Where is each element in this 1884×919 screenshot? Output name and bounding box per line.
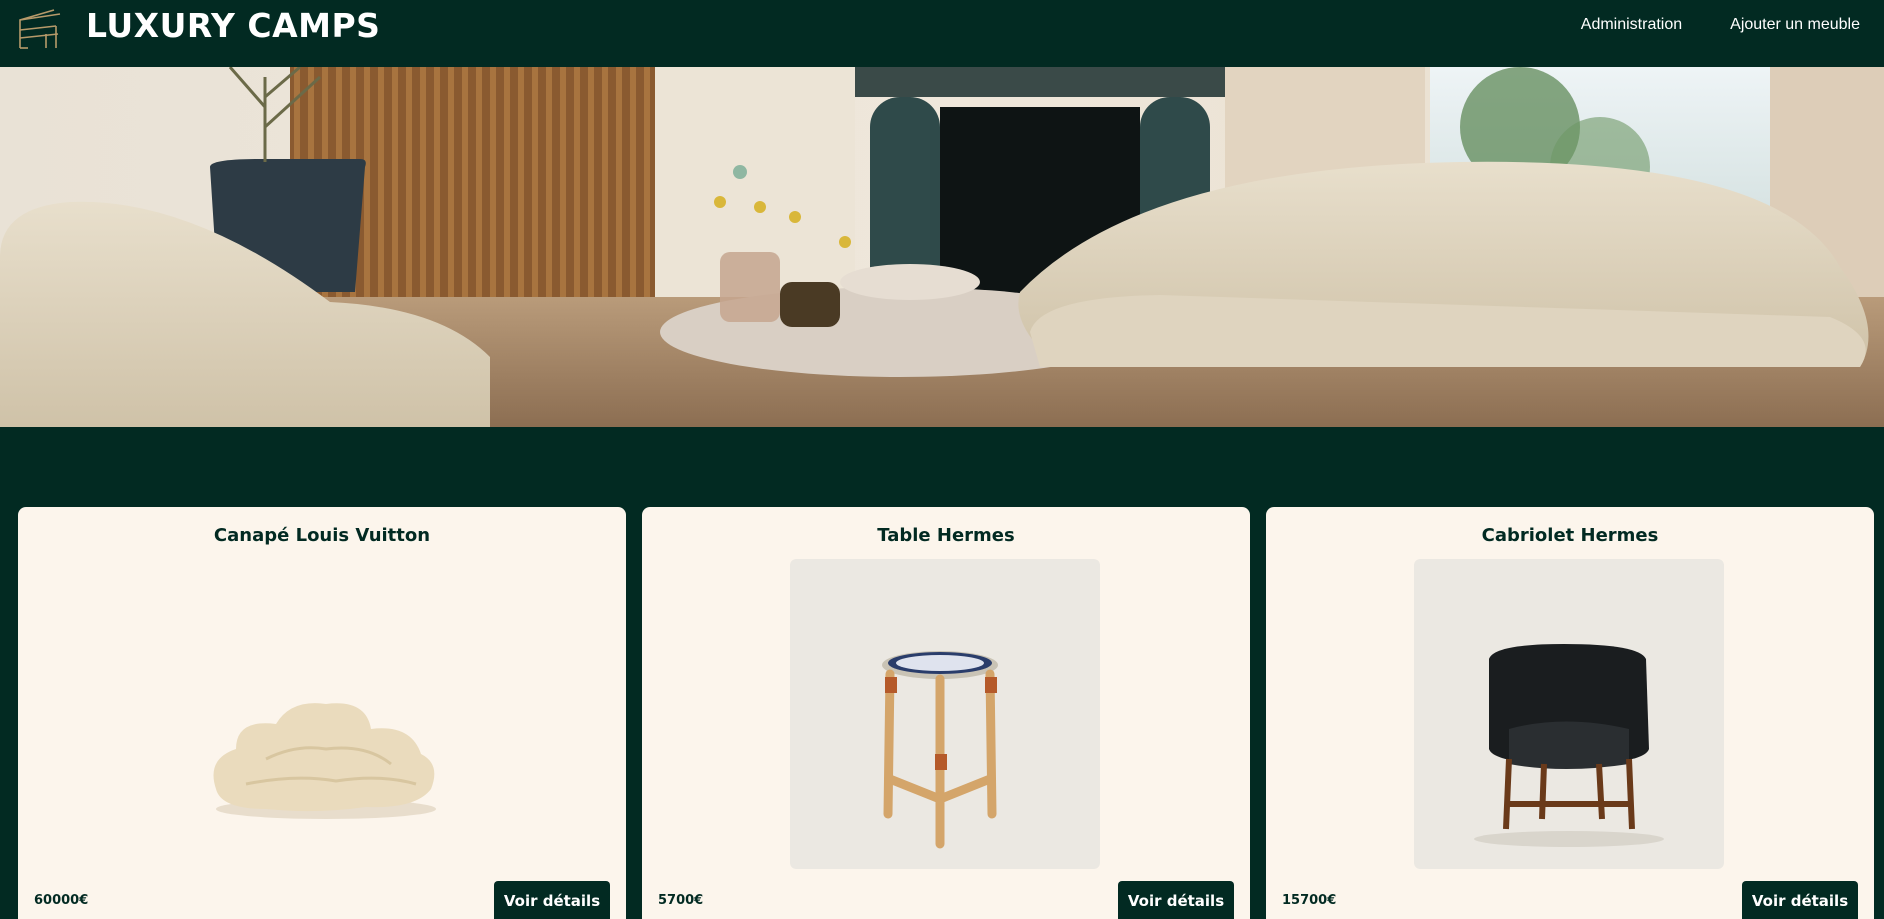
page: LUXURY CAMPS Administration Ajouter un m…: [0, 0, 1884, 919]
living-room-banner-image: [0, 67, 1884, 427]
main-nav: Administration Ajouter un meuble: [1581, 16, 1860, 34]
product-grid: Canapé Louis Vuitton 60000€ Voir détails…: [18, 507, 1874, 919]
view-details-button[interactable]: Voir détails: [1742, 881, 1858, 919]
nav-link-add-furniture[interactable]: Ajouter un meuble: [1730, 16, 1860, 34]
product-price: 5700€: [658, 893, 704, 908]
black-armchair-image[interactable]: [1414, 559, 1724, 869]
product-card[interactable]: Cabriolet Hermes 15700€ Voir détails: [1266, 507, 1874, 919]
view-details-button[interactable]: Voir détails: [1118, 881, 1234, 919]
product-card[interactable]: Canapé Louis Vuitton 60000€ Voir détails: [18, 507, 626, 919]
product-price: 15700€: [1282, 893, 1337, 908]
hero-banner: [0, 67, 1884, 427]
cloud-sofa-image[interactable]: [166, 559, 476, 869]
product-title[interactable]: Table Hermes: [642, 525, 1250, 546]
product-price: 60000€: [34, 893, 89, 908]
nav-link-administration[interactable]: Administration: [1581, 16, 1682, 34]
product-title[interactable]: Cabriolet Hermes: [1266, 525, 1874, 546]
product-card[interactable]: Table Hermes 5700€ Voir détails: [642, 507, 1250, 919]
view-details-button[interactable]: Voir détails: [494, 881, 610, 919]
chair-outline-icon[interactable]: [16, 4, 66, 52]
top-navbar: LUXURY CAMPS Administration Ajouter un m…: [0, 0, 1884, 67]
product-title[interactable]: Canapé Louis Vuitton: [18, 525, 626, 546]
brand-title[interactable]: LUXURY CAMPS: [86, 6, 380, 45]
side-table-image[interactable]: [790, 559, 1100, 869]
